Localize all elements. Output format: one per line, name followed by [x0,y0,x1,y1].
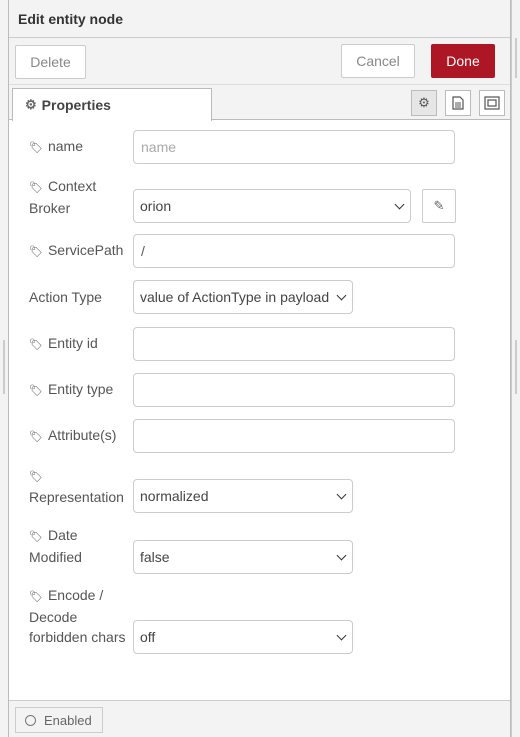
delete-button[interactable]: Delete [15,45,86,79]
cancel-button[interactable]: Cancel [341,44,415,78]
entity-id-input[interactable] [133,327,455,361]
tag-icon: 🏷 [29,591,43,603]
chevron-down-icon [336,630,347,641]
entity-id-label: 🏷 Entity id [29,333,139,355]
action-type-label: Action Type [29,289,102,305]
tag-icon: 🏷 [29,246,43,258]
tag-icon: 🏷 [29,142,43,154]
encode-decode-select[interactable]: off [133,620,353,654]
done-button[interactable]: Done [431,44,495,78]
pencil-icon: ✎ [433,198,445,213]
action-type-select[interactable]: value of ActionType in payload [133,280,353,314]
chevron-down-icon [336,290,347,301]
settings-tab-icon[interactable]: ⚙ [411,90,437,116]
context-broker-select[interactable]: orion [133,189,411,223]
attributes-input[interactable] [133,419,455,453]
enabled-label: Enabled [44,712,92,728]
divider [515,38,517,78]
tag-icon: 🏷 [29,182,43,194]
service-path-label: 🏷 ServicePath [29,240,139,262]
tab-properties[interactable]: ⚙ Properties [12,88,212,121]
name-input[interactable]: name [133,130,455,164]
entity-type-input[interactable] [133,373,455,407]
chevron-down-icon [336,550,347,561]
gear-icon: ⚙ [418,95,430,110]
frame-icon [484,96,500,110]
tray-header: Edit entity node [9,0,510,38]
enabled-toggle[interactable]: Enabled [15,707,103,733]
appearance-tab-icon[interactable] [479,90,505,116]
tag-icon: 🏷 [29,339,43,351]
tray-footer: Enabled [9,700,510,737]
representation-label: 🏷 Representation [29,465,139,507]
circle-icon [25,714,36,726]
representation-select[interactable]: normalized [133,479,353,513]
document-icon [452,96,464,110]
name-label: 🏷 name [29,136,139,158]
tag-icon: 🏷 [29,431,43,443]
encode-decode-label: 🏷 Encode / Decode forbidden chars [29,587,126,645]
tab-bar: ⚙ Properties ⚙ [9,85,510,121]
description-tab-icon[interactable] [445,90,471,116]
properties-form: 🏷 name name 🏷 Context Broker orion ✎ 🏷 Serv… [9,120,510,700]
left-resize-handle[interactable] [3,340,5,394]
service-path-input[interactable]: / [133,234,455,268]
edit-broker-button[interactable]: ✎ [422,189,456,223]
date-modified-select[interactable]: false [133,540,353,574]
right-resize-handle[interactable] [515,340,517,394]
tag-icon: 🏷 [29,471,43,483]
right-edge [511,0,520,737]
tab-properties-label: Properties [41,97,111,113]
date-modified-label: 🏷 Date Modified [29,527,82,565]
tray-title: Edit entity node [18,11,123,27]
context-broker-label: 🏷 Context Broker [29,178,97,216]
tray-toolbar: Delete Cancel Done [9,38,510,85]
tag-icon: 🏷 [29,531,43,543]
chevron-down-icon [336,489,347,500]
attributes-label: 🏷 Attribute(s) [29,425,139,447]
edit-tray: Edit entity node Delete Cancel Done ⚙ Pr… [8,0,511,737]
tag-icon: 🏷 [29,385,43,397]
gear-icon: ⚙ [25,97,37,112]
entity-type-label: 🏷 Entity type [29,379,139,401]
chevron-down-icon [394,199,405,210]
